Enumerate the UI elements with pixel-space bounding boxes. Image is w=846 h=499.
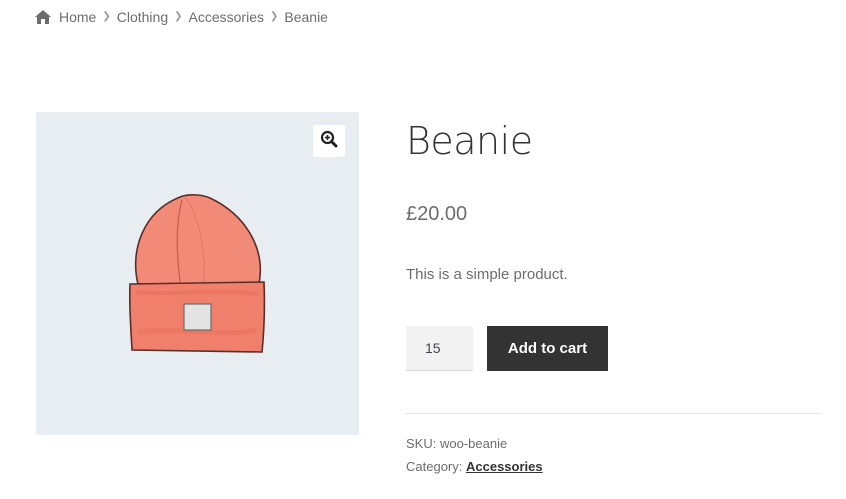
sku-value: woo-beanie bbox=[439, 436, 508, 451]
category-link[interactable]: Accessories bbox=[466, 459, 543, 474]
home-icon[interactable] bbox=[35, 10, 51, 24]
breadcrumb-current: Beanie bbox=[284, 9, 328, 25]
breadcrumb-home-link[interactable]: Home bbox=[59, 9, 96, 25]
chevron-right-icon: ❯ bbox=[102, 10, 111, 22]
product-summary: Beanie £20.00 This is a simple product. … bbox=[406, 112, 822, 478]
product-gallery[interactable] bbox=[36, 112, 359, 435]
product-price: £20.00 bbox=[406, 203, 468, 225]
zoom-in-icon bbox=[320, 130, 338, 153]
sku-row: SKU: woo-beanie bbox=[406, 432, 822, 455]
add-to-cart-button[interactable]: Add to cart bbox=[487, 326, 608, 371]
chevron-right-icon: ❯ bbox=[174, 10, 183, 22]
product-title: Beanie bbox=[406, 119, 533, 163]
category-row: Category: Accessories bbox=[406, 455, 822, 478]
category-label: Category: bbox=[406, 459, 463, 474]
product-meta: SKU: woo-beanie Category: Accessories bbox=[406, 413, 822, 478]
sku-label: SKU: bbox=[406, 436, 437, 451]
quantity-input[interactable] bbox=[406, 326, 473, 371]
breadcrumb-accessories-link[interactable]: Accessories bbox=[189, 9, 264, 25]
breadcrumb-clothing-link[interactable]: Clothing bbox=[117, 9, 168, 25]
zoom-button[interactable] bbox=[313, 125, 345, 157]
product-short-description: This is a simple product. bbox=[406, 266, 568, 283]
breadcrumb: Home ❯ Clothing ❯ Accessories ❯ Beanie bbox=[35, 9, 328, 25]
chevron-right-icon: ❯ bbox=[269, 10, 279, 22]
add-to-cart-form: Add to cart bbox=[406, 326, 822, 371]
product-image bbox=[126, 192, 271, 362]
